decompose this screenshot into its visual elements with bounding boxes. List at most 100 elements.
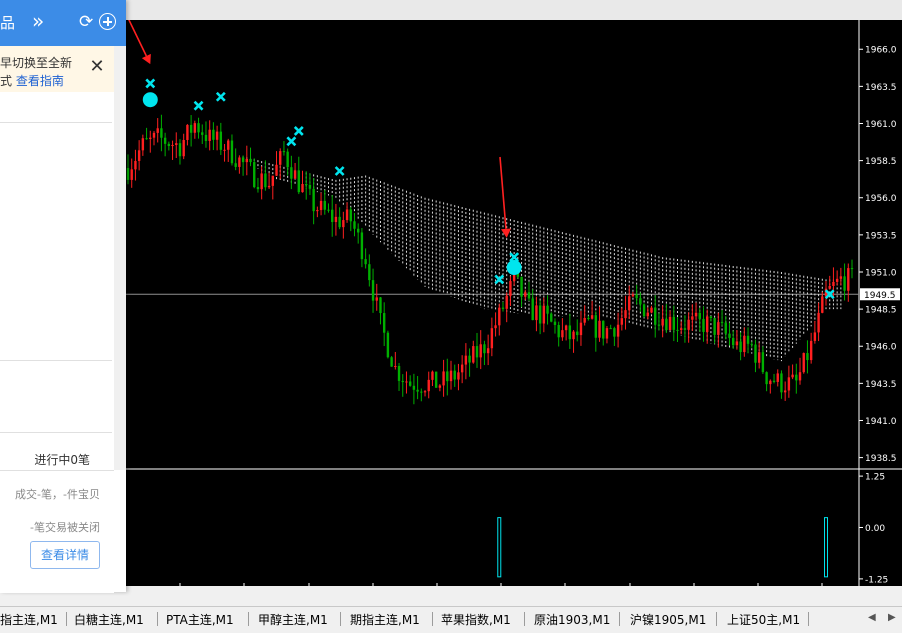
candle-body	[739, 341, 742, 353]
candle-body	[628, 296, 631, 311]
candle-body	[334, 216, 338, 223]
candle-body	[813, 332, 817, 341]
candle-body	[431, 371, 434, 380]
price-chart[interactable]: 1966.0 1963.5 1961.0 1958.5 1956.0 1953.5 1951…	[126, 20, 902, 586]
add-icon[interactable]	[99, 13, 116, 30]
candle-body	[460, 364, 464, 373]
symbol-tab-bar: 指主连,M1 白糖主连,M1 PTA主连,M1 甲醇主连,M1 期指主连,M1 …	[0, 606, 902, 633]
candle-body	[371, 280, 375, 301]
candle-body	[676, 329, 679, 331]
panel-scrollbar[interactable]	[114, 46, 126, 470]
candle-body	[134, 160, 137, 170]
candle-body	[847, 268, 850, 291]
tab-symbol-3[interactable]: 甲醇主连,M1	[258, 611, 328, 628]
candle-body	[249, 158, 252, 163]
candle-body	[468, 355, 471, 363]
tab-symbol-8[interactable]: 上证50主,M1	[727, 611, 800, 628]
close-icon[interactable]: ✕	[88, 58, 106, 76]
candle-body	[672, 316, 675, 330]
tab-symbol-6[interactable]: 原油1903,M1	[534, 611, 610, 628]
signal-x-marker	[334, 166, 345, 176]
candle-body	[401, 380, 404, 383]
candle-body	[319, 200, 323, 211]
candle-body	[453, 370, 456, 380]
candle-body	[345, 209, 349, 221]
candle-body	[438, 385, 442, 388]
expand-chevron-icon[interactable]: »	[32, 11, 44, 31]
candle-body	[208, 129, 211, 141]
candle-body	[657, 324, 661, 326]
candle-body	[706, 316, 709, 332]
trade-summary: 成交-笔，-件宝贝 -笔交易被关闭 查看详情	[0, 470, 114, 593]
tab-scroll-left-icon[interactable]: ◀	[868, 612, 876, 623]
candle-body	[787, 377, 791, 391]
candle-body	[542, 305, 546, 324]
candle-body	[724, 322, 727, 334]
tab-scroll-right-icon[interactable]: ▶	[888, 612, 896, 623]
candle-body	[795, 374, 798, 381]
y-tick-label: 1956.0	[865, 194, 897, 204]
tab-symbol-5[interactable]: 苹果指数,M1	[441, 611, 511, 628]
candle-body	[746, 335, 750, 344]
candle-body	[427, 379, 430, 392]
chart-window[interactable]: 1966.0 1963.5 1961.0 1958.5 1956.0 1953.5 1951…	[126, 20, 902, 586]
candle-body	[186, 124, 189, 140]
candle-body	[264, 173, 267, 188]
tab-symbol-4[interactable]: 期指主连,M1	[350, 611, 420, 628]
candle-body	[212, 129, 215, 140]
signal-x-marker	[509, 252, 520, 263]
candle-body	[620, 318, 624, 325]
candle-body	[189, 124, 193, 133]
candle-body	[694, 312, 698, 317]
candle-body	[538, 305, 542, 324]
signal-arrowhead	[500, 228, 511, 238]
candle-body	[809, 340, 813, 361]
candle-body	[501, 307, 505, 309]
candle-body	[720, 322, 724, 324]
candle-body	[204, 134, 208, 141]
candle-body	[509, 281, 512, 296]
candle-body	[472, 346, 475, 363]
candle-body	[531, 298, 534, 321]
candle-body	[342, 220, 345, 228]
tab-symbol-7[interactable]: 沪镍1905,M1	[630, 611, 706, 628]
candle-body	[683, 328, 687, 330]
y-tick-label: 1958.5	[865, 157, 897, 167]
candle-body	[765, 372, 768, 385]
candle-body	[553, 321, 557, 325]
panel-header-text: 品	[0, 14, 16, 32]
notice-text-2: 式 查看指南	[0, 72, 64, 89]
candle-body	[616, 324, 620, 337]
candle-body	[178, 143, 182, 157]
candle-body	[160, 128, 163, 138]
signal-dot-marker	[506, 260, 522, 276]
candle-body	[524, 292, 527, 297]
y-tick-label: 1966.0	[865, 46, 897, 56]
candle-body	[527, 292, 531, 299]
indicator-spike	[824, 517, 829, 578]
view-guide-link[interactable]: 查看指南	[16, 74, 64, 88]
candle-body	[535, 305, 538, 321]
notice-text-prefix: 式	[0, 74, 13, 88]
candle-body	[490, 328, 494, 349]
signal-dot-marker	[142, 92, 158, 108]
view-details-button[interactable]: 查看详情	[30, 541, 100, 569]
y-tick-label: 1948.5	[865, 306, 897, 316]
candle-body	[442, 371, 445, 386]
candle-body	[331, 209, 334, 223]
candle-body	[717, 322, 720, 335]
divider	[0, 360, 112, 361]
tab-symbol-1[interactable]: 白糖主连,M1	[74, 611, 144, 628]
candle-body	[557, 324, 560, 338]
tab-symbol-0[interactable]: 指主连,M1	[0, 611, 58, 628]
candle-body	[423, 391, 427, 393]
candle-body	[271, 175, 274, 186]
refresh-icon[interactable]: ⟳	[79, 13, 93, 31]
candle-body	[149, 137, 152, 139]
tab-symbol-2[interactable]: PTA主连,M1	[166, 611, 234, 628]
candle-body	[420, 391, 423, 393]
candle-body	[821, 296, 824, 313]
tab-separator	[716, 612, 717, 626]
candle-body	[323, 200, 326, 210]
y-tick-label: 1938.5	[865, 454, 897, 464]
